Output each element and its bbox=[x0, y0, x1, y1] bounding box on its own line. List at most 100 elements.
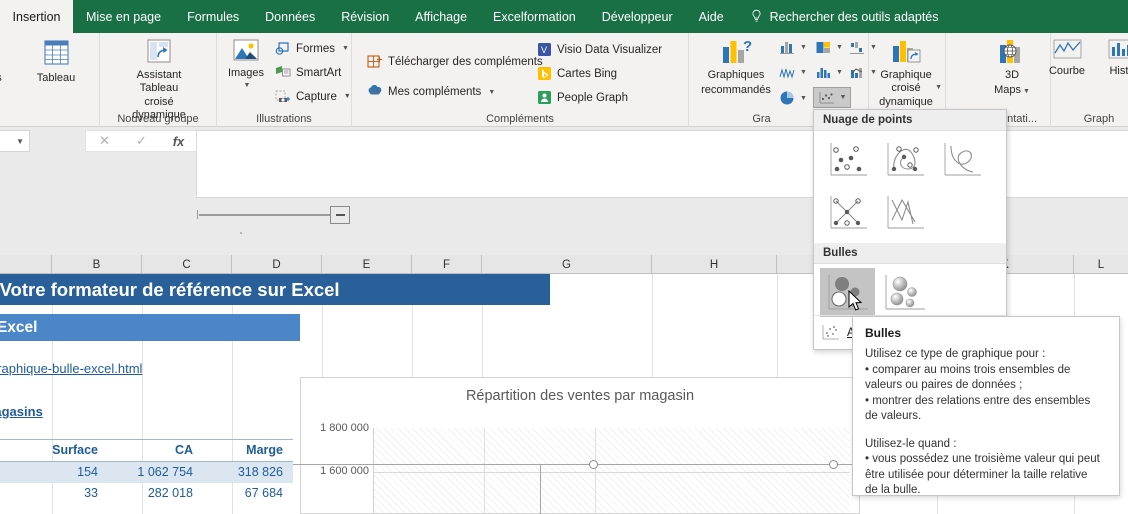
statistique-button[interactable]: ▼ bbox=[777, 64, 809, 81]
secteurs-button[interactable]: ▼ bbox=[777, 89, 809, 107]
hierarchie-button[interactable]: ▼ bbox=[813, 39, 845, 56]
pivot-chart-caret-icon[interactable]: ▼ bbox=[935, 82, 942, 95]
object-size-slider[interactable] bbox=[197, 206, 350, 224]
column-header-D[interactable]: D bbox=[232, 255, 322, 274]
column-header-H[interactable]: H bbox=[652, 255, 777, 274]
pivot-recommended-button[interactable]: ? x croisés mandés bbox=[0, 37, 16, 99]
column-header-G[interactable]: G bbox=[482, 255, 652, 274]
histogramme2-button[interactable]: ▼ bbox=[813, 64, 845, 81]
tab-label: Mise en page bbox=[86, 9, 162, 24]
column-header-E[interactable]: E bbox=[322, 255, 412, 274]
ribbon-group-label-tableaux: ux bbox=[0, 113, 20, 125]
formes-caret-icon[interactable]: ▼ bbox=[342, 45, 349, 52]
assistant-pivot-button[interactable]: Assistant Tableau croisé dynamique bbox=[122, 37, 196, 121]
nuage-de-points-button[interactable]: ▼ bbox=[813, 87, 851, 108]
table-cell: 1 062 754 bbox=[108, 461, 203, 483]
gallery-item-nuage-lignes-droites[interactable] bbox=[877, 188, 932, 237]
histogramme-caret-icon[interactable]: ▼ bbox=[800, 44, 807, 51]
tutorial-url-link[interactable]: celformation.fr/graphique-bulle-excel.ht… bbox=[0, 361, 142, 376]
name-box[interactable]: ▼ bbox=[0, 130, 30, 152]
secteurs-caret-icon[interactable]: ▼ bbox=[800, 95, 807, 102]
column-header-F[interactable]: F bbox=[412, 255, 482, 274]
column-header-B[interactable]: B bbox=[52, 255, 142, 274]
histogramme2-caret-icon[interactable]: ▼ bbox=[836, 69, 843, 76]
tooltip-line: Utilisez-le quand : bbox=[865, 437, 957, 450]
tab-insertion[interactable]: Insertion bbox=[0, 0, 73, 33]
visio-data-visualizer-button[interactable]: V Visio Data Visualizer bbox=[537, 42, 662, 57]
telecharger-complements-label: Télécharger des compléments bbox=[388, 56, 543, 68]
gallery-item-nuage-lignes-lissees[interactable] bbox=[934, 135, 989, 184]
tab-aide[interactable]: Aide bbox=[686, 0, 737, 33]
gallery-item-nuage-lignes-droites-marqueurs[interactable] bbox=[820, 188, 875, 237]
histogramme-button[interactable]: ▼ bbox=[777, 39, 809, 56]
chart-plot-area[interactable] bbox=[373, 428, 849, 513]
accept-formula-button[interactable]: ✓ bbox=[123, 131, 160, 151]
column-header-A[interactable] bbox=[0, 255, 52, 274]
tab-excelformation[interactable]: Excelformation bbox=[480, 0, 589, 33]
slider-thumb[interactable] bbox=[330, 206, 350, 224]
table-cell: is bbox=[0, 461, 18, 483]
table-row: e 33 282 018 67 684 bbox=[0, 483, 293, 504]
people-graph-button[interactable]: People Graph bbox=[537, 90, 628, 105]
statistic-chart-icon bbox=[779, 68, 795, 79]
chart-resize-handle[interactable] bbox=[829, 460, 838, 469]
ribbon-group-tableaux: ? x croisés mandés Tableau ux bbox=[0, 33, 100, 127]
screenshot-icon bbox=[275, 90, 290, 102]
nuage-de-points-caret-icon[interactable]: ▼ bbox=[840, 94, 847, 101]
images-button[interactable]: Images ▼ bbox=[219, 37, 273, 92]
column-header-C[interactable]: C bbox=[142, 255, 232, 274]
column-header-L[interactable]: L bbox=[1074, 255, 1128, 274]
bulles-tooltip: Bulles Utilisez ce type de graphique pou… bbox=[852, 316, 1120, 496]
gallery-item-bulles-3d[interactable] bbox=[877, 268, 932, 317]
site-banner-subtitle: e Bulles d'Excel bbox=[0, 314, 300, 341]
histogramme-sparkline-button[interactable]: Histo bbox=[1091, 37, 1128, 78]
tell-me-search[interactable]: Rechercher des outils adaptés bbox=[737, 0, 952, 33]
chart-resize-handle[interactable] bbox=[589, 460, 598, 469]
section-title: erciale des magasins bbox=[0, 404, 43, 419]
mes-complements-button[interactable]: Mes compléments ▼ bbox=[367, 84, 495, 100]
capture-button[interactable]: Capture ▼ bbox=[275, 89, 351, 104]
gallery-item-nuage-lignes-lissees-marqueurs[interactable] bbox=[877, 135, 932, 184]
insert-function-button[interactable]: fx bbox=[160, 131, 197, 151]
nuage-de-points-lignes-droites-marqueurs-icon bbox=[830, 195, 867, 228]
tell-me-label: Rechercher des outils adaptés bbox=[769, 9, 939, 24]
mes-complements-caret-icon[interactable]: ▼ bbox=[488, 89, 495, 96]
tab-revision[interactable]: Révision bbox=[328, 0, 402, 33]
table-cell: 282 018 bbox=[147, 486, 193, 500]
3d-maps-label-2: Maps ▼ bbox=[994, 83, 1030, 96]
tab-mise-en-page[interactable]: Mise en page bbox=[73, 0, 174, 33]
cartes-bing-button[interactable]: Cartes Bing bbox=[537, 66, 617, 81]
graphiques-recommandes-button[interactable]: ? Graphiques recommandés bbox=[697, 37, 775, 96]
site-banner-title-text: mation.fr - Votre formateur de référence… bbox=[0, 278, 340, 300]
ribbon-group-label-sparklines: Graph bbox=[1083, 113, 1115, 125]
chart-object[interactable]: Répartition des ventes par magasin 1 800… bbox=[300, 377, 860, 514]
capture-caret-icon[interactable]: ▼ bbox=[344, 93, 351, 100]
tab-donnees[interactable]: Données bbox=[252, 0, 328, 33]
statistique-caret-icon[interactable]: ▼ bbox=[800, 69, 807, 76]
images-caret-icon[interactable]: ▼ bbox=[244, 80, 251, 93]
histogramme-sparkline-label: Histo bbox=[1109, 65, 1128, 77]
pivot-chart-button[interactable]: Graphique croisé dynamique ▼ bbox=[866, 37, 946, 109]
courbe-sparkline-button[interactable]: Courbe bbox=[1036, 37, 1098, 78]
pivot-wizard-icon bbox=[147, 39, 171, 63]
gallery-item-nuage-de-points[interactable] bbox=[820, 135, 875, 184]
telecharger-complements-button[interactable]: Télécharger des compléments bbox=[367, 54, 543, 70]
name-box-caret-icon[interactable]: ▼ bbox=[16, 137, 24, 146]
formes-button[interactable]: Formes ▼ bbox=[275, 41, 349, 56]
formes-label: Formes bbox=[296, 42, 335, 55]
3d-maps-caret-icon[interactable]: ▼ bbox=[1023, 88, 1030, 95]
capture-label: Capture bbox=[296, 90, 337, 103]
tab-developpeur[interactable]: Développeur bbox=[589, 0, 686, 33]
cancel-formula-button[interactable]: ✕ bbox=[86, 131, 123, 151]
tab-affichage[interactable]: Affichage bbox=[402, 0, 480, 33]
table-header-cell: CA bbox=[108, 439, 203, 462]
smartart-label: SmartArt bbox=[296, 66, 342, 79]
chart-gridline bbox=[595, 428, 596, 513]
tableau-button[interactable]: Tableau bbox=[20, 37, 92, 85]
tab-formules[interactable]: Formules bbox=[174, 0, 252, 33]
hierarchie-caret-icon[interactable]: ▼ bbox=[836, 44, 843, 51]
my-addins-icon bbox=[368, 85, 382, 95]
smartart-button[interactable]: SmartArt bbox=[275, 65, 341, 80]
table-cell: 67 684 bbox=[244, 486, 283, 500]
chart-gridline bbox=[484, 428, 485, 513]
